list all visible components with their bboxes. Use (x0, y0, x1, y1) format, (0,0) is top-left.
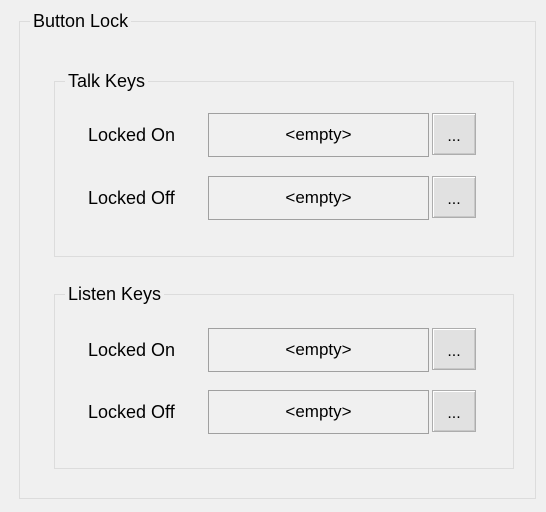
listen-locked-off-browse-button[interactable]: ... (432, 390, 476, 432)
talk-keys-title: Talk Keys (65, 71, 149, 91)
listen-locked-on-label: Locked On (88, 340, 176, 360)
listen-locked-off-label: Locked Off (88, 402, 175, 422)
listen-locked-on-browse-button[interactable]: ... (432, 328, 476, 370)
listen-keys-group: Listen Keys (54, 284, 514, 469)
talk-keys-group: Talk Keys (54, 71, 514, 257)
talk-locked-off-browse-button[interactable]: ... (432, 176, 476, 218)
button-lock-title: Button Lock (30, 11, 132, 31)
talk-locked-off-field[interactable]: <empty> (208, 176, 429, 220)
button-lock-panel: Button Lock Talk Keys Listen Keys Locked… (0, 0, 546, 512)
talk-locked-on-label: Locked On (88, 125, 176, 145)
talk-locked-on-field[interactable]: <empty> (208, 113, 429, 157)
listen-locked-off-row: Locked Off <empty> ... (0, 390, 546, 434)
listen-locked-on-row: Locked On <empty> ... (0, 328, 546, 372)
talk-locked-on-browse-button[interactable]: ... (432, 113, 476, 155)
talk-locked-on-row: Locked On <empty> ... (0, 113, 546, 157)
talk-locked-off-label: Locked Off (88, 188, 175, 208)
listen-keys-title: Listen Keys (65, 284, 165, 304)
talk-locked-off-row: Locked Off <empty> ... (0, 176, 546, 220)
listen-locked-off-field[interactable]: <empty> (208, 390, 429, 434)
listen-locked-on-field[interactable]: <empty> (208, 328, 429, 372)
